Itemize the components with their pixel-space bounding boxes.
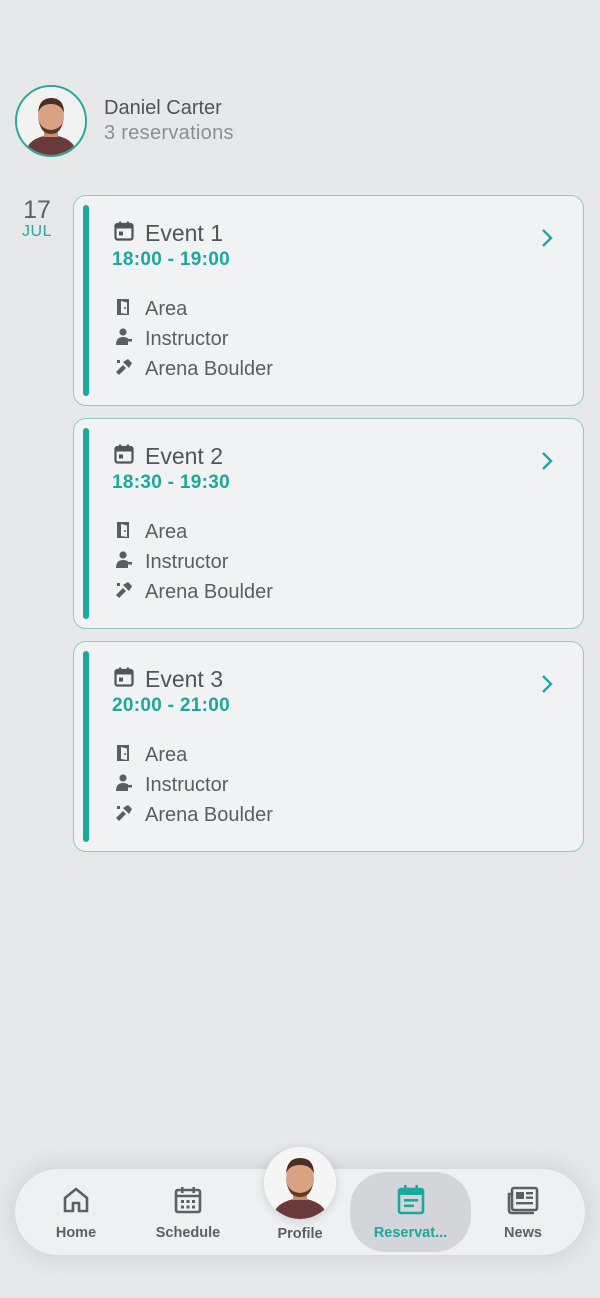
event-title: Event 2 [145,443,223,469]
nav-profile-label[interactable]: Profile [250,1226,350,1242]
event-accent-bar [83,651,89,842]
event-time: 20:00 - 21:00 [112,695,230,716]
event-accent-bar [83,205,89,396]
calendar-grid-icon [173,1184,203,1216]
chevron-right-icon[interactable] [541,451,553,476]
nav-profile-avatar[interactable] [264,1147,336,1219]
nav-home[interactable]: Home [20,1169,132,1255]
reservations-count: 3 reservations [104,122,234,144]
climbing-hold-icon [114,357,134,382]
event-note-icon [396,1184,426,1216]
nav-news-label: News [504,1225,542,1241]
event-location: Arena Boulder [145,804,273,826]
avatar[interactable] [15,85,87,157]
date-label: 17 JUL [16,196,58,240]
nav-reservations[interactable]: Reservat... [350,1172,471,1252]
profile-header: Daniel Carter 3 reservations [15,85,234,157]
nav-schedule-label: Schedule [155,1225,221,1241]
event-area: Area [145,744,188,766]
instructor-icon [114,773,134,798]
event-area: Area [145,298,188,320]
nav-reservations-label: Reservat... [373,1225,448,1241]
event-card[interactable]: Event 3 20:00 - 21:00 Area Instructor Ar… [73,641,584,852]
event-location: Arena Boulder [145,581,273,603]
event-location: Arena Boulder [145,358,273,380]
calendar-icon [114,444,134,469]
chevron-right-icon[interactable] [541,674,553,699]
climbing-hold-icon [114,803,134,828]
chevron-right-icon[interactable] [541,228,553,253]
instructor-icon [114,327,134,352]
event-card[interactable]: Event 2 18:30 - 19:30 Area Instructor Ar… [73,418,584,629]
calendar-icon [114,221,134,246]
event-instructor: Instructor [145,551,229,573]
event-time: 18:00 - 19:00 [112,249,230,270]
event-title: Event 3 [145,666,223,692]
event-instructor: Instructor [145,774,229,796]
news-icon [506,1184,540,1216]
date-day: 17 [23,196,51,224]
door-icon [114,743,134,768]
event-card[interactable]: Event 1 18:00 - 19:00 Area Instructor Ar… [73,195,584,406]
nav-home-label: Home [55,1225,97,1241]
user-name: Daniel Carter [104,97,222,119]
door-icon [114,520,134,545]
event-instructor: Instructor [145,328,229,350]
door-icon [114,297,134,322]
calendar-icon [114,667,134,692]
event-area: Area [145,521,188,543]
event-title: Event 1 [145,220,223,246]
nav-news[interactable]: News [467,1169,579,1255]
home-icon [61,1184,91,1216]
instructor-icon [114,550,134,575]
event-time: 18:30 - 19:30 [112,472,230,493]
event-accent-bar [83,428,89,619]
date-month: JUL [22,223,52,240]
climbing-hold-icon [114,580,134,605]
nav-schedule[interactable]: Schedule [132,1169,244,1255]
